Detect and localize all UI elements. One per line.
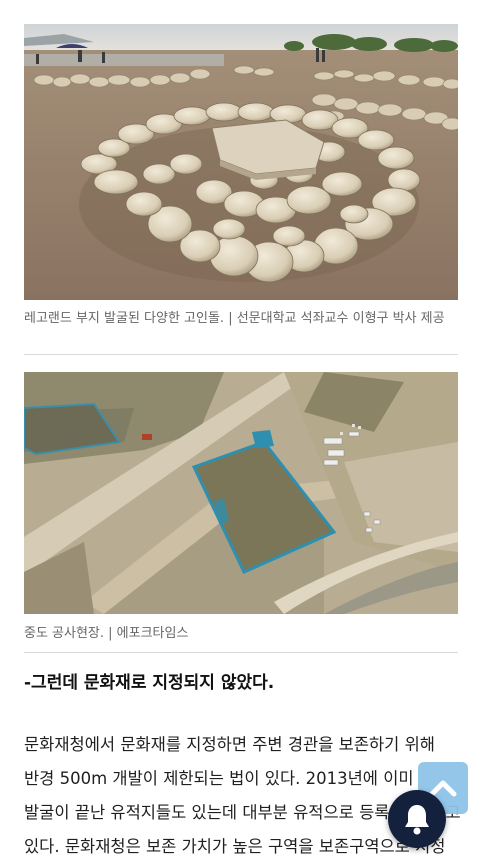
divider bbox=[24, 354, 458, 355]
dolmen-photo-image bbox=[24, 24, 458, 300]
section-subheading: -그런데 문화재로 지정되지 않았다. bbox=[24, 673, 275, 693]
notification-button[interactable] bbox=[388, 790, 446, 848]
photo-caption-dolmens: 레고랜드 부지 발굴된 다양한 고인돌. | 선문대학교 석좌교수 이형구 박사… bbox=[24, 311, 445, 326]
bell-icon bbox=[405, 805, 429, 835]
photo-caption-construction: 중도 공사현장. | 에포크타임스 bbox=[24, 626, 189, 641]
dolmen-photo bbox=[24, 24, 458, 300]
construction-site-photo bbox=[24, 372, 458, 614]
divider bbox=[24, 652, 458, 653]
construction-site-photo-image bbox=[24, 372, 458, 614]
